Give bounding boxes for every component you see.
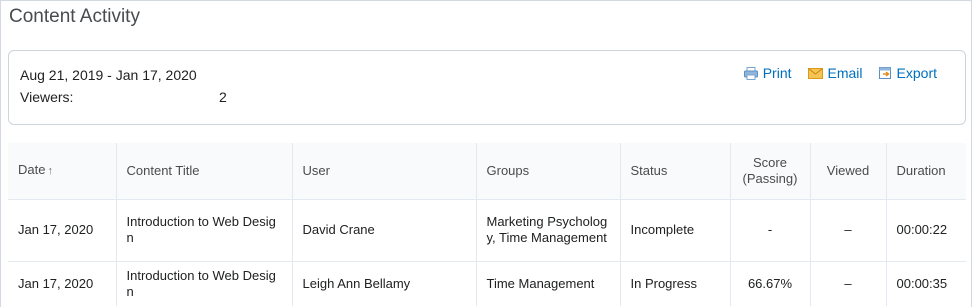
export-label: Export <box>896 65 937 81</box>
column-header-groups[interactable]: Groups <box>476 143 621 200</box>
export-icon <box>878 67 892 79</box>
cell-duration: 00:00:35 <box>896 275 948 291</box>
cell-duration: 00:00:22 <box>886 199 966 262</box>
page-title: Content Activity <box>9 6 140 27</box>
column-header-status[interactable]: Status <box>620 143 731 200</box>
table-header-row: Date ↑ Content Title User Groups Status S… <box>8 143 966 200</box>
export-button[interactable]: Export <box>878 65 937 81</box>
cell-status: In Progress <box>620 261 731 306</box>
viewers-count: 2 <box>219 89 227 105</box>
cell-groups: Marketing Psychology, Time Management <box>476 199 621 262</box>
cell-date: Jan 17, 2020 <box>8 261 117 306</box>
cell-user: David Crane <box>292 199 477 262</box>
cell-status: Incomplete <box>620 199 731 262</box>
cell-score: 66.67% <box>730 261 811 306</box>
column-header-viewed[interactable]: Viewed <box>810 143 887 200</box>
column-header-user[interactable]: User <box>292 143 477 200</box>
cell-content-title: Introduction to Web Design <box>116 199 293 262</box>
cell-user: Leigh Ann Bellamy <box>292 261 477 306</box>
envelope-icon <box>807 67 823 79</box>
cell-viewed: – <box>810 199 887 262</box>
cell-content-title: Introduction to Web Design <box>116 261 293 306</box>
column-header-duration[interactable]: Duration <box>886 143 966 200</box>
column-header-content-title[interactable]: Content Title <box>116 143 293 200</box>
table-row: Jan 17, 2020 Introduction to Web Design … <box>8 199 966 262</box>
action-links: Print Email Export <box>743 65 937 81</box>
column-header-date[interactable]: Date ↑ <box>8 143 117 200</box>
email-button[interactable]: Email <box>807 65 863 81</box>
viewers-label: Viewers: <box>20 89 74 105</box>
table-row: Jan 17, 2020 Introduction to Web Design … <box>8 261 966 306</box>
print-label: Print <box>762 65 792 81</box>
cell-groups: Time Management <box>476 261 621 306</box>
cell-viewed: – <box>810 261 887 306</box>
cell-score: - <box>730 199 811 262</box>
column-header-score[interactable]: Score (Passing) <box>730 143 811 200</box>
activity-table: Date ↑ Content Title User Groups Status S… <box>8 143 966 306</box>
summary-panel: Aug 21, 2019 - Jan 17, 2020 Viewers: 2 P… <box>8 50 966 125</box>
date-range: Aug 21, 2019 - Jan 17, 2020 <box>20 67 197 83</box>
cell-date: Jan 17, 2020 <box>8 199 117 262</box>
printer-icon <box>743 66 758 80</box>
sort-ascending-icon: ↑ <box>47 165 53 178</box>
print-button[interactable]: Print <box>743 65 792 81</box>
email-label: Email <box>827 65 863 81</box>
